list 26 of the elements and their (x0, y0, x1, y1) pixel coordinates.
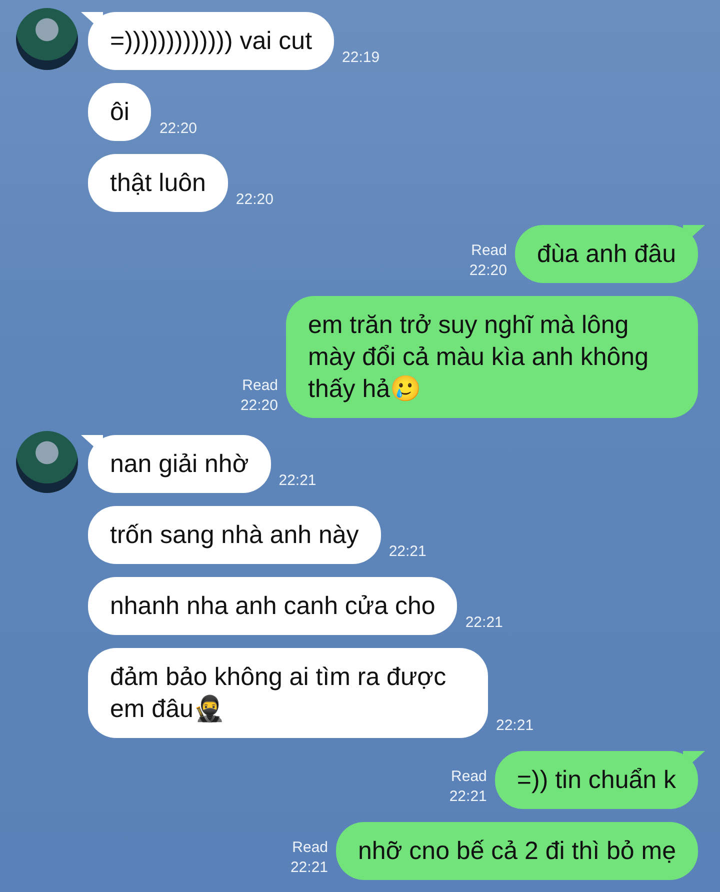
message-time: 22:21 (278, 471, 316, 491)
message-time: 22:20 (469, 261, 507, 281)
message-time: 22:19 (342, 48, 380, 68)
message-bubble: nan giải nhờ (88, 435, 271, 493)
message-time: 22:20 (240, 396, 278, 416)
message-bubble: trốn sang nhà anh này (88, 506, 381, 564)
read-receipt: Read (451, 767, 487, 787)
message-bubble: em trăn trở suy nghĩ mà lông mày đổi cả màu kìa anh không thấy hả🥲 (286, 296, 698, 418)
read-receipt: Read (471, 241, 507, 261)
message-time: 22:21 (449, 787, 487, 807)
message-bubble: =))))))))))))) vai cut (88, 12, 334, 70)
message-time: 22:21 (465, 613, 503, 633)
message-time: 22:20 (236, 190, 274, 210)
message-time: 22:20 (159, 119, 198, 139)
message-time: 22:21 (290, 858, 328, 878)
message-bubble: thật luôn (88, 154, 228, 212)
message-bubble: đảm bảo không ai tìm ra được em đâu🥷 (88, 648, 488, 738)
message-bubble: nhanh nha anh canh cửa cho (88, 577, 458, 635)
message-time: 22:21 (388, 542, 426, 562)
read-receipt: Read (292, 838, 328, 858)
message-bubble: ôi (88, 83, 152, 141)
message-bubble: =)) tin chuẩn k (494, 751, 698, 809)
message-bubble: nhỡ cno bế cả 2 đi thì bỏ mẹ (336, 822, 698, 880)
read-receipt: Read (242, 376, 278, 396)
message-time: 22:21 (496, 716, 534, 736)
message-bubble: đùa anh đâu (514, 225, 698, 283)
